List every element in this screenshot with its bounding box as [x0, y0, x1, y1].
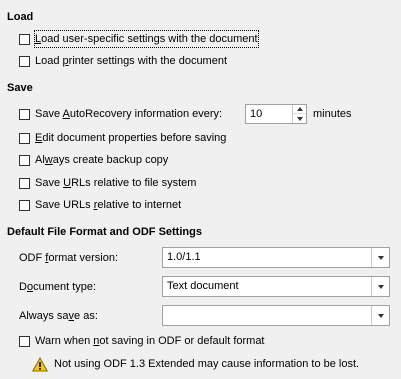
load-user-settings-checkbox[interactable]: Load user-specific settings with the doc… — [19, 30, 259, 48]
checkbox-box[interactable] — [19, 108, 30, 120]
dropdown-button[interactable] — [371, 277, 389, 296]
checkbox-box[interactable] — [19, 154, 30, 166]
checkbox-box[interactable] — [19, 199, 30, 211]
load-section-title: Load — [7, 11, 34, 23]
backup-copy-checkbox[interactable]: Always create backup copy — [19, 152, 168, 168]
checkbox-box[interactable] — [19, 33, 30, 45]
urls-filesystem-checkbox[interactable]: Save URLs relative to file system — [19, 175, 196, 191]
edit-properties-label: Edit document properties before saving — [35, 132, 227, 144]
load-printer-settings-checkbox[interactable]: Load printer settings with the document — [19, 53, 227, 69]
odf-version-label: ODF format version: — [19, 252, 119, 264]
backup-copy-label: Always create backup copy — [35, 154, 169, 166]
always-save-as-label: Always save as: — [19, 310, 98, 322]
document-type-select[interactable]: Text document — [162, 276, 390, 297]
autorecovery-checkbox[interactable]: Save AutoRecovery information every: — [19, 106, 222, 122]
spin-up-button[interactable] — [293, 105, 306, 114]
minutes-label: minutes — [313, 108, 352, 120]
dropdown-button[interactable] — [371, 306, 389, 325]
spin-down-button[interactable] — [293, 114, 306, 123]
checkbox-box[interactable] — [19, 132, 30, 144]
warning-text: Not using ODF 1.3 Extended may cause inf… — [54, 358, 360, 370]
checkbox-box[interactable] — [19, 335, 30, 347]
dropdown-button[interactable] — [371, 248, 389, 267]
urls-internet-checkbox[interactable]: Save URLs relative to internet — [19, 197, 181, 213]
warn-not-odf-label: Warn when not saving in ODF or default f… — [35, 335, 265, 347]
format-section-title: Default File Format and ODF Settings — [7, 226, 202, 238]
odf-warning-message: Not using ODF 1.3 Extended may cause inf… — [32, 356, 359, 372]
document-type-label: Document type: — [19, 281, 97, 293]
save-section-title: Save — [7, 82, 33, 94]
checkbox-box[interactable] — [19, 55, 30, 67]
chevron-down-icon — [377, 255, 384, 260]
checkbox-box[interactable] — [19, 177, 30, 189]
autorecovery-minutes-spinbox[interactable]: 10 — [245, 104, 307, 124]
edit-properties-checkbox[interactable]: Edit document properties before saving — [19, 130, 226, 146]
urls-internet-label: Save URLs relative to internet — [35, 199, 182, 211]
autorecovery-minutes-value[interactable]: 10 — [250, 108, 262, 121]
always-save-as-select[interactable] — [162, 305, 390, 326]
chevron-down-icon — [377, 284, 384, 289]
arrow-down-icon — [296, 116, 303, 121]
warning-icon — [32, 356, 48, 371]
load-user-settings-label: Load user-specific settings with the doc… — [34, 30, 259, 48]
arrow-up-icon — [296, 107, 303, 111]
document-type-value: Text document — [167, 280, 239, 292]
chevron-down-icon — [377, 313, 384, 318]
load-printer-settings-label: Load printer settings with the document — [35, 55, 228, 67]
odf-version-value: 1.0/1.1 — [167, 251, 201, 263]
autorecovery-label: Save AutoRecovery information every: — [35, 108, 223, 120]
urls-filesystem-label: Save URLs relative to file system — [35, 177, 197, 189]
odf-version-select[interactable]: 1.0/1.1 — [162, 247, 390, 268]
warn-not-odf-checkbox[interactable]: Warn when not saving in ODF or default f… — [19, 333, 265, 349]
